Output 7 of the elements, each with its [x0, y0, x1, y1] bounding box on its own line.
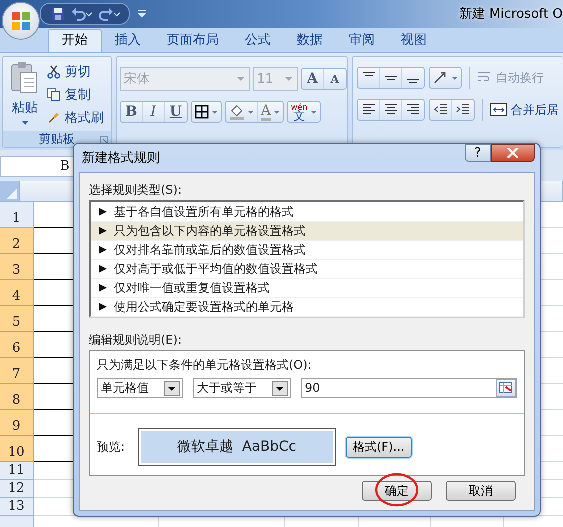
rule-type-label: 选择规则类型(S): — [89, 182, 184, 198]
group-label: 剪贴板 — [39, 130, 75, 148]
condition-label: 只为满足以下条件的单元格设置格式(O): — [97, 357, 313, 373]
format-preview: 微软卓越 AaBbCc — [141, 431, 333, 463]
window-title: 新建 Microsoft O — [459, 6, 563, 23]
preview-label: 预览: — [97, 438, 126, 456]
rule-description-label: 编辑规则说明(E): — [89, 332, 183, 348]
